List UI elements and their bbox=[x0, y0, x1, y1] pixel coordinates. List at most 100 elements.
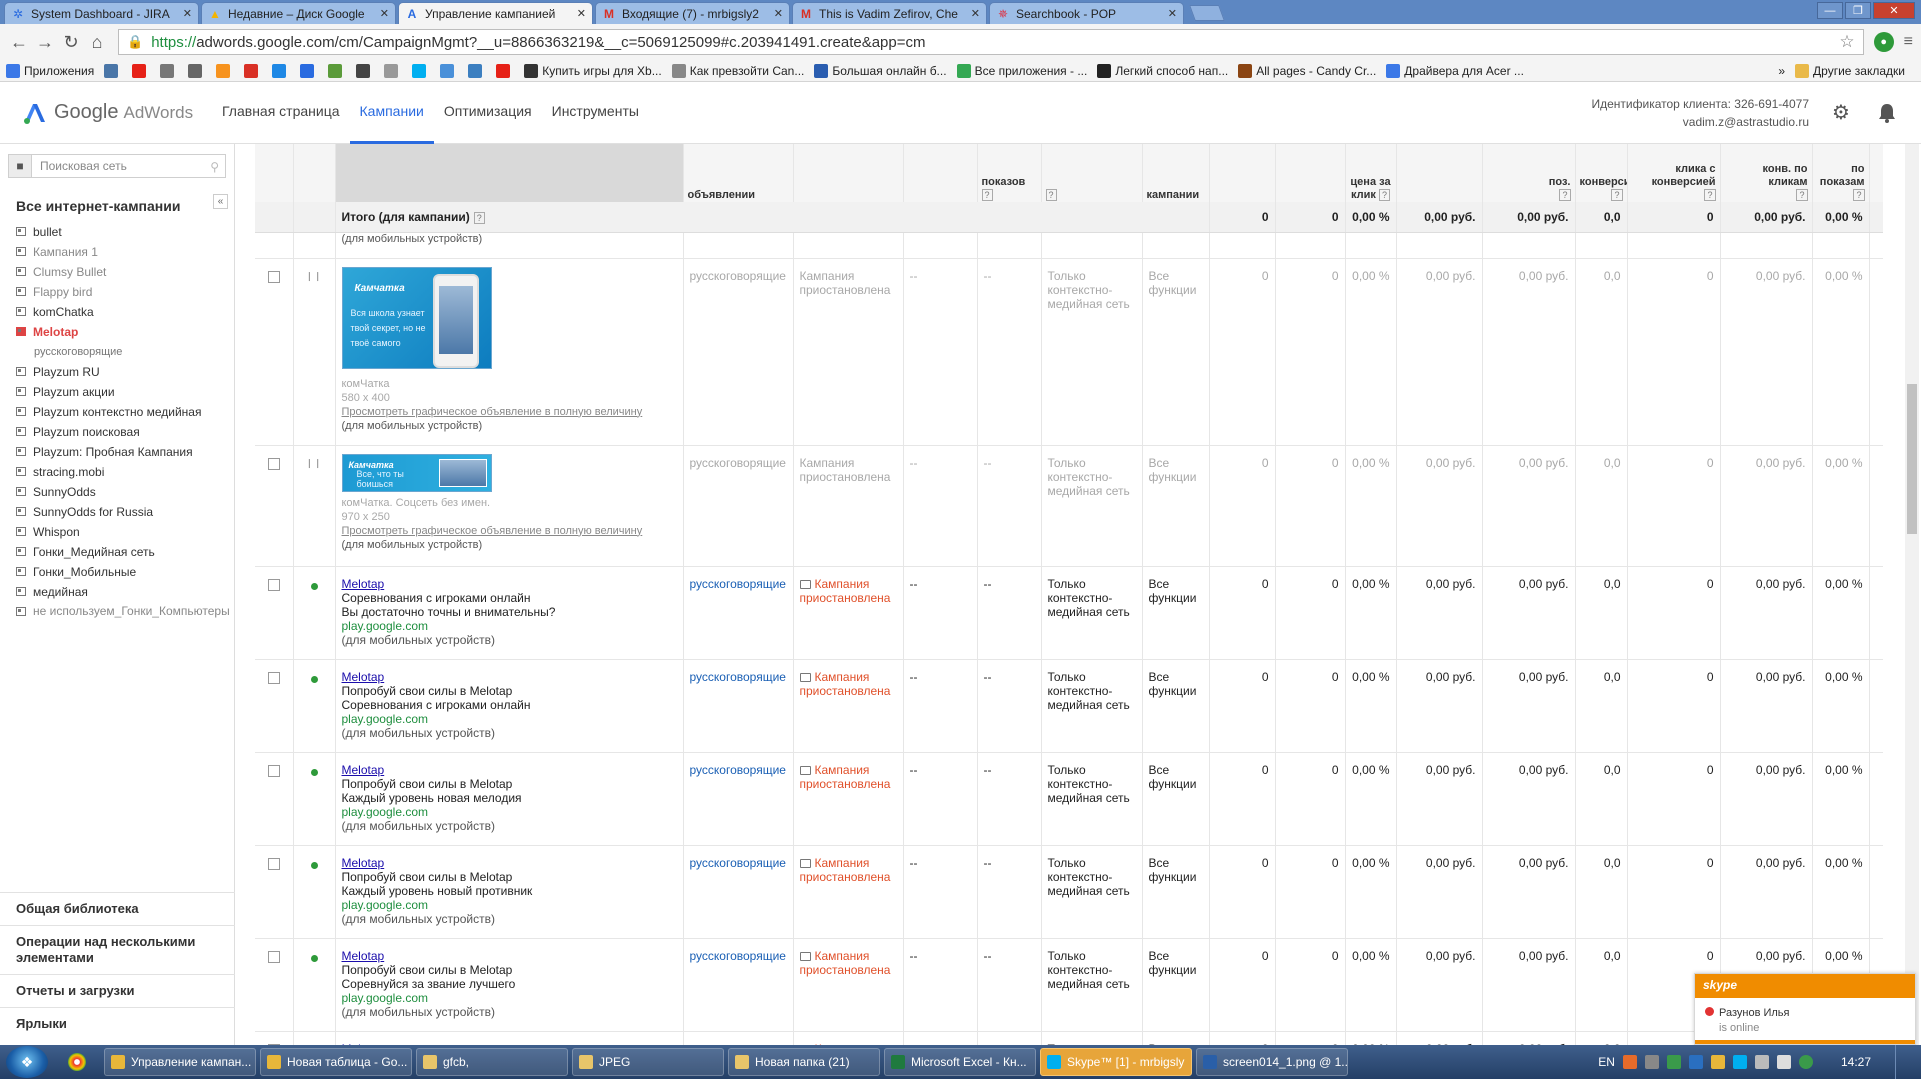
row-checkbox[interactable] bbox=[267, 764, 280, 777]
start-button[interactable]: ❖ bbox=[6, 1046, 48, 1078]
active-status-icon[interactable] bbox=[310, 675, 318, 683]
bookmark-item[interactable] bbox=[132, 63, 150, 78]
sidebar-campaign-item[interactable]: Кампания 1 bbox=[16, 242, 231, 262]
bookmarks-more-button[interactable]: » bbox=[1778, 64, 1785, 78]
help-icon[interactable]: ? bbox=[1611, 189, 1623, 201]
ad-group-link[interactable]: русскоговорящие bbox=[683, 752, 794, 846]
ad-group-link[interactable]: русскоговорящие bbox=[683, 258, 794, 446]
address-bar[interactable]: 🔒 https:// adwords.google.com/cm/Campaig… bbox=[118, 29, 1864, 55]
sidebar-title[interactable]: Все интернет-кампании bbox=[16, 198, 180, 214]
bookmark-item[interactable] bbox=[384, 63, 402, 78]
header-ad-type[interactable]: объявлении bbox=[683, 144, 794, 202]
sidebar-campaign-item[interactable]: SunnyOdds bbox=[16, 482, 231, 502]
pause-icon[interactable]: ❘❘ bbox=[300, 456, 329, 470]
ad-group-link[interactable]: русскоговорящие bbox=[683, 659, 794, 753]
chrome-pinned-icon[interactable] bbox=[58, 1047, 96, 1077]
taskbar-item[interactable]: Новая таблица - Go... bbox=[260, 1048, 412, 1076]
forward-arrow-icon[interactable]: → bbox=[34, 32, 56, 53]
close-icon[interactable]: ✕ bbox=[774, 7, 783, 20]
collapse-sidebar-button[interactable]: « bbox=[213, 194, 228, 209]
nav-tab[interactable]: Кампании bbox=[349, 82, 434, 144]
bookmark-item[interactable]: Приложения bbox=[6, 63, 94, 78]
tray-icon[interactable] bbox=[1732, 1055, 1747, 1069]
sidebar-section[interactable]: Ярлыки bbox=[0, 1007, 235, 1040]
scrollbar-thumb[interactable] bbox=[1907, 384, 1917, 534]
bookmark-item[interactable]: Драйвера для Acer ... bbox=[1386, 63, 1524, 78]
bookmark-item[interactable]: Легкий способ нап... bbox=[1097, 63, 1228, 78]
row-checkbox[interactable] bbox=[267, 671, 280, 684]
row-checkbox[interactable] bbox=[267, 457, 280, 470]
nav-tab[interactable]: Главная страница bbox=[212, 82, 350, 144]
row-checkbox[interactable] bbox=[267, 270, 280, 283]
taskbar-item[interactable]: screen014_1.png @ 1... bbox=[1196, 1048, 1348, 1076]
sidebar-section[interactable]: Общая библиотека bbox=[0, 892, 235, 925]
browser-tab[interactable]: ✲ System Dashboard - JIRA ✕ bbox=[4, 2, 199, 24]
header-campaign-type[interactable]: кампании bbox=[1142, 144, 1210, 202]
maximize-button[interactable]: ❐ bbox=[1845, 2, 1871, 19]
header-view-through[interactable]: по показам? bbox=[1812, 144, 1870, 202]
tray-icon[interactable] bbox=[1666, 1055, 1681, 1069]
ad-title-link[interactable]: Melotap bbox=[342, 856, 677, 870]
help-icon[interactable]: ? bbox=[1378, 189, 1390, 201]
ad-title-link[interactable]: Melotap bbox=[342, 763, 677, 777]
ad-group-link[interactable]: русскоговорящие bbox=[683, 445, 794, 567]
browser-tab[interactable]: ✵ Searchbook - POP ✕ bbox=[989, 2, 1184, 24]
help-icon[interactable]: ? bbox=[1045, 189, 1057, 201]
bookmark-item[interactable]: Большая онлайн б... bbox=[814, 63, 947, 78]
sidebar-campaign-item[interactable]: bullet bbox=[16, 222, 231, 242]
sidebar-campaign-item[interactable]: komChatka bbox=[16, 302, 231, 322]
network-icon[interactable] bbox=[1754, 1055, 1769, 1069]
help-icon[interactable]: ? bbox=[1796, 189, 1808, 201]
help-icon[interactable]: ? bbox=[981, 189, 993, 201]
ad-banner-image[interactable]: Камчатка Вся школа узнает твой секрет, но… bbox=[341, 266, 492, 369]
help-icon[interactable]: ? bbox=[1559, 189, 1571, 201]
close-icon[interactable]: ✕ bbox=[971, 7, 980, 20]
ad-status[interactable]: Кампания приостановлена bbox=[793, 659, 904, 753]
close-window-button[interactable]: ✕ bbox=[1873, 2, 1915, 19]
account-info[interactable]: Идентификатор клиента: 326-691-4077 vadi… bbox=[1592, 95, 1810, 131]
pause-icon[interactable]: ❘❘ bbox=[300, 269, 329, 283]
view-full-size-link[interactable]: Просмотреть графическое объявление в пол… bbox=[342, 405, 677, 419]
volume-icon[interactable] bbox=[1776, 1055, 1791, 1069]
home-icon[interactable]: ⌂ bbox=[86, 32, 108, 53]
browser-tab[interactable]: M This is Vadim Zefirov, Che ✕ bbox=[792, 2, 987, 24]
close-icon[interactable]: ✕ bbox=[183, 7, 192, 20]
header-position[interactable]: поз.? bbox=[1482, 144, 1576, 202]
header-conv-rate[interactable]: конв. по кликам? bbox=[1720, 144, 1813, 202]
taskbar-item[interactable]: JPEG bbox=[572, 1048, 724, 1076]
sidebar-campaign-item[interactable]: Гонки_Мобильные bbox=[16, 562, 231, 582]
bookmark-item[interactable]: Как превзойти Can... bbox=[671, 63, 804, 78]
bell-icon[interactable] bbox=[1875, 101, 1899, 125]
bookmark-item[interactable] bbox=[272, 63, 290, 78]
sidebar-campaign-item[interactable]: stracing.mobi bbox=[16, 462, 231, 482]
row-checkbox[interactable] bbox=[267, 950, 280, 963]
browser-tab[interactable]: M Входящие (7) - mrbigsly2 ✕ bbox=[595, 2, 790, 24]
taskbar-item[interactable]: Microsoft Excel - Кн... bbox=[884, 1048, 1036, 1076]
active-status-icon[interactable] bbox=[310, 768, 318, 776]
sidebar-campaign-item[interactable]: SunnyOdds for Russia bbox=[16, 502, 231, 522]
table-row[interactable]: ❘❘ Камчатка Вся школа узнает твой секрет, … bbox=[255, 258, 1883, 446]
sidebar-campaign-item[interactable]: медийная bbox=[16, 582, 231, 602]
tray-icon[interactable] bbox=[1622, 1055, 1637, 1069]
sidebar-campaign-item[interactable]: не используем_Гонки_Компьютеры bbox=[16, 602, 231, 636]
nav-tab[interactable]: Инструменты bbox=[542, 82, 649, 144]
active-status-icon[interactable] bbox=[310, 954, 318, 962]
tray-icon[interactable] bbox=[1644, 1055, 1659, 1069]
folder-icon[interactable]: ■ bbox=[8, 154, 32, 178]
adwords-logo[interactable]: Google AdWords bbox=[22, 100, 212, 126]
table-row[interactable]: MelotapПопробуй свои силы в MelotapРазно… bbox=[255, 1031, 1883, 1045]
show-desktop-button[interactable] bbox=[1895, 1045, 1907, 1079]
ad-title-link[interactable]: Melotap bbox=[342, 949, 677, 963]
bookmark-item[interactable] bbox=[300, 63, 318, 78]
header-impressions-share[interactable]: показов? bbox=[977, 144, 1042, 202]
reload-icon[interactable]: ↻ bbox=[60, 32, 82, 53]
active-status-icon[interactable] bbox=[310, 582, 318, 590]
taskbar-item[interactable]: Новая папка (21) bbox=[728, 1048, 880, 1076]
bookmark-item[interactable] bbox=[412, 63, 430, 78]
active-status-icon[interactable] bbox=[310, 861, 318, 869]
new-tab-button[interactable] bbox=[1189, 5, 1225, 21]
table-row[interactable]: Melotap Попробуй свои силы в Melotap Кажды… bbox=[255, 845, 1883, 939]
ad-group-link[interactable]: русскоговорящие bbox=[683, 1031, 794, 1045]
sidebar-campaign-item[interactable]: Melotap bbox=[16, 322, 231, 342]
ad-status[interactable]: Кампания приостановлена bbox=[793, 938, 904, 1032]
